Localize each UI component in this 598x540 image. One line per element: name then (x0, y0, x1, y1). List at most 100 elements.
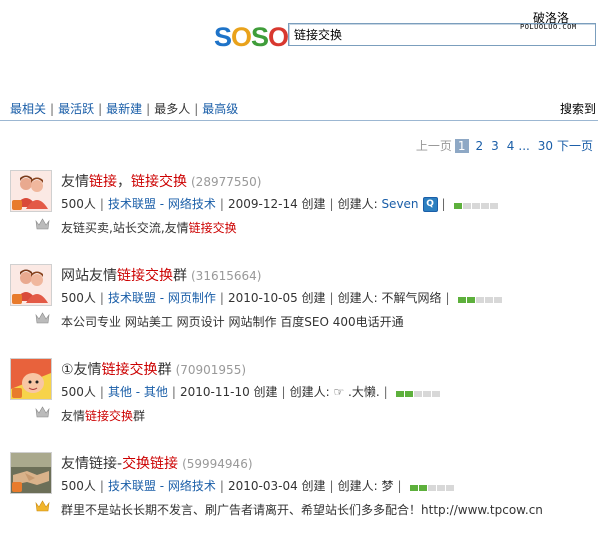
group-description: 群里不是站长长期不发言、刷广告者请离开、希望站长们多多配合！http://www… (61, 501, 543, 518)
created-date: 2010-10-05 创建 (227, 291, 326, 305)
group-avatar[interactable] (10, 358, 52, 400)
tab-most-relevant[interactable]: 最相关 (10, 102, 46, 116)
group-avatar[interactable] (10, 452, 52, 494)
logo-letter: S (251, 22, 269, 52)
tab-separator: | (146, 102, 151, 116)
level-badge-icon (12, 482, 22, 492)
group-meta: 500人 | 技术联盟 - 网页制作 | 2010-10-05 创建 | 创建人: 不解气网… (61, 289, 503, 306)
page-link[interactable]: 4 (507, 139, 515, 153)
creator-label: 创建人: (337, 197, 382, 211)
level-pip (413, 390, 422, 397)
desc-segment: 群 (133, 409, 146, 423)
group-title[interactable]: 友情链接，链接交换 (28977550) (61, 171, 261, 191)
title-segment: 网站友情 (61, 268, 117, 284)
crown-icon (35, 311, 50, 325)
level-pip (462, 202, 471, 209)
watermark-en: POLUOLUO.COM (520, 23, 577, 31)
group-level-bar (457, 292, 503, 306)
level-badge-icon (12, 294, 22, 304)
group-level-bar (453, 198, 499, 212)
creator-name[interactable]: Seven (381, 197, 418, 211)
level-pip (493, 296, 502, 303)
tab-newest[interactable]: 最新建 (106, 102, 142, 116)
level-pip (409, 484, 418, 491)
member-count: 500人 (61, 479, 96, 493)
level-pip (466, 296, 475, 303)
tab-separator: | (50, 102, 55, 116)
level-pip (404, 390, 413, 397)
tab-most-members[interactable]: 最多人 (154, 102, 190, 116)
level-badge-icon (12, 200, 22, 210)
group-meta: 500人 | 技术联盟 - 网络技术 | 2010-03-04 创建 | 创建人: 梦 | (61, 477, 455, 494)
group-meta: 500人 | 技术联盟 - 网络技术 | 2009-12-14 创建 | 创建人: Seve… (61, 195, 499, 212)
level-pip (475, 296, 484, 303)
group-meta: 500人 | 其他 - 其他 | 2010-11-10 创建 | 创建人: ☞ .大懒. | (61, 383, 441, 400)
group-title[interactable]: 友情链接-交换链接 (59994946) (61, 453, 253, 473)
crown-icon (35, 499, 50, 513)
logo-letter: O (268, 22, 289, 52)
divider (0, 120, 598, 121)
level-pip (457, 296, 466, 303)
logo-letter: S (214, 22, 232, 52)
soso-logo[interactable]: SOSO (214, 22, 289, 53)
title-segment: 链接 (89, 174, 117, 190)
crown-icon (35, 217, 50, 231)
desc-segment: 本公司专业 网站美工 网页设计 网站制作 百度SEO 400电话开通 (61, 315, 404, 329)
created-date: 2010-11-10 创建 (179, 385, 278, 399)
desc-segment: 链接交换 (188, 221, 237, 235)
desc-segment: 群里不是站长长期不发言、刷广告者请离开、希望站长们多多配合！http://www… (61, 503, 543, 517)
group-description: 本公司专业 网站美工 网页设计 网站制作 百度SEO 400电话开通 (61, 313, 404, 330)
desc-segment: 友情 (61, 409, 86, 423)
desc-segment: 友链买卖,站长交流,友情 (61, 221, 189, 235)
creator-label: 创建人: (337, 291, 382, 305)
creator-label: 创建人: (289, 385, 334, 399)
title-segment: 群 (157, 362, 172, 378)
level-pip (427, 484, 436, 491)
level-pip (436, 484, 445, 491)
creator-name[interactable]: 梦 (381, 479, 393, 493)
level-pip (445, 484, 454, 491)
page-link-last[interactable]: 30 (538, 139, 553, 153)
page-current: 1 (454, 139, 469, 153)
title-segment: 友情链接- (61, 456, 123, 472)
prev-page[interactable]: 上一页 (416, 139, 452, 153)
level-pip (484, 296, 493, 303)
title-segment: 群 (173, 268, 187, 284)
group-id: (70901955) (175, 363, 247, 377)
level-pip (471, 202, 480, 209)
creator-name[interactable]: ☞ .大懒. (333, 385, 379, 399)
page-ellipsis: ... (518, 139, 530, 153)
tab-separator: | (194, 102, 199, 116)
page-link[interactable]: 3 (491, 139, 499, 153)
group-category[interactable]: 技术联盟 - 网络技术 (108, 197, 216, 211)
page-link[interactable]: 2 (476, 139, 484, 153)
title-segment: ， (117, 174, 131, 190)
title-segment: 交换链接 (122, 456, 179, 472)
sort-tabs: 最相关 | 最活跃 | 最新建 | 最多人 | 最高级 (10, 100, 238, 117)
title-segment: 友情 (61, 174, 89, 190)
group-description: 友情链接交换群 (61, 407, 145, 424)
search-found-label: 搜索到 (560, 102, 597, 116)
group-title[interactable]: 网站友情链接交换群 (31615664) (61, 265, 261, 285)
group-category[interactable]: 技术联盟 - 网络技术 (108, 479, 216, 493)
group-level-bar (395, 386, 441, 400)
group-id: (28977550) (191, 175, 262, 189)
group-category[interactable]: 技术联盟 - 网页制作 (108, 291, 216, 305)
title-segment: 链接交换 (117, 268, 173, 284)
tab-most-active[interactable]: 最活跃 (58, 102, 94, 116)
qq-chat-icon[interactable]: Q (422, 197, 438, 212)
group-id: (59994946) (182, 457, 253, 471)
group-title[interactable]: ①友情链接交换群 (70901955) (61, 359, 246, 379)
member-count: 500人 (61, 385, 96, 399)
group-category[interactable]: 其他 - 其他 (108, 385, 168, 399)
group-avatar[interactable] (10, 264, 52, 306)
next-page[interactable]: 下一页 (557, 139, 593, 153)
group-avatar[interactable] (10, 170, 52, 212)
creator-name[interactable]: 不解气网络 (381, 291, 441, 305)
tab-highest-level[interactable]: 最高级 (202, 102, 238, 116)
creator-label: 创建人: (337, 479, 382, 493)
level-pip (418, 484, 427, 491)
title-segment: 链接交换 (131, 174, 187, 190)
level-pip (431, 390, 440, 397)
level-pip (453, 202, 462, 209)
